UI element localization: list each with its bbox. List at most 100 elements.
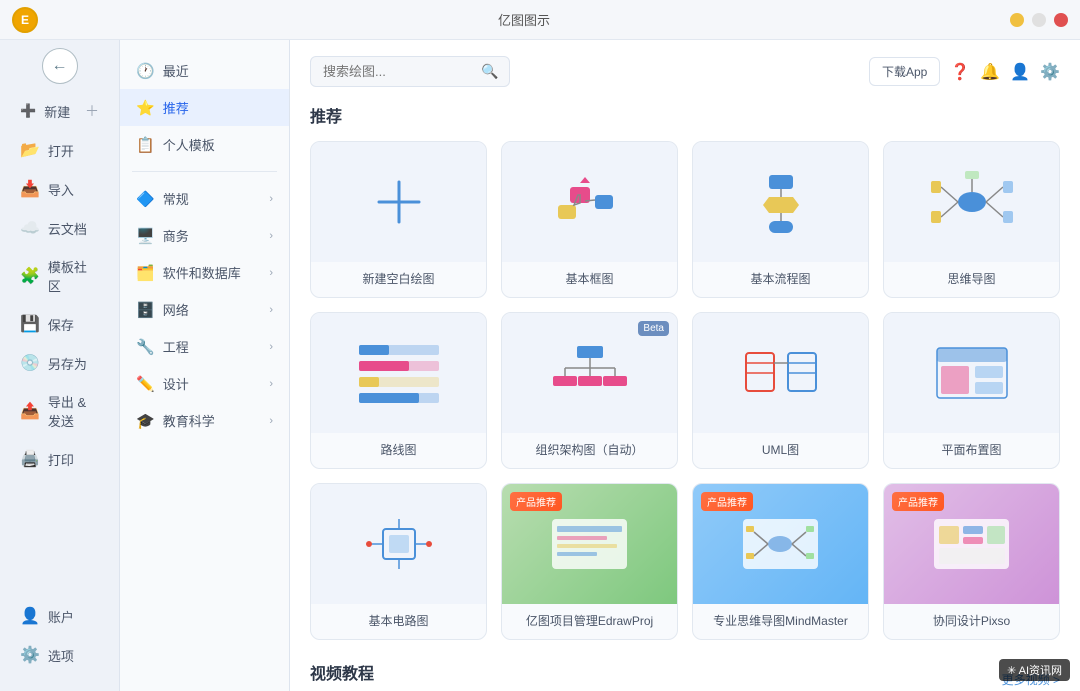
nav-item-engineering[interactable]: 🔧 工程 › xyxy=(120,328,289,365)
template-card-uml[interactable]: UML图 xyxy=(692,312,869,469)
sidebar-label-print: 打印 xyxy=(48,450,74,469)
sidebar-label-cloud: 云文档 xyxy=(48,219,87,238)
template-img-blank xyxy=(311,142,486,262)
template-img-frame xyxy=(502,142,677,262)
search-icon: 🔍 xyxy=(481,63,498,80)
sidebar-label-import: 导入 xyxy=(48,180,74,199)
options-icon: ⚙️ xyxy=(20,645,40,665)
sidebar-item-save[interactable]: 💾 保存 xyxy=(6,305,113,343)
nav-item-normal[interactable]: 🔷 常规 › xyxy=(120,180,289,217)
template-grid: 新建空白绘图 基本框图 xyxy=(310,141,1060,640)
sidebar-label-save: 保存 xyxy=(48,315,74,334)
template-img-mindmaster: 产品推荐 xyxy=(693,484,868,604)
search-box[interactable]: 🔍 xyxy=(310,56,510,87)
template-card-mindmaster[interactable]: 产品推荐 专业思维导图MindMaster xyxy=(692,483,869,640)
maximize-button[interactable] xyxy=(1032,13,1046,27)
nav-label-software: 软件和数据库 xyxy=(163,263,241,282)
nav-label-network: 网络 xyxy=(163,300,189,319)
sidebar-label-new: 新建 xyxy=(44,102,70,121)
template-card-frame[interactable]: 基本框图 xyxy=(501,141,678,298)
new-plus-icon: ＋ xyxy=(85,101,99,121)
template-card-layout[interactable]: 平面布置图 xyxy=(883,312,1060,469)
nav-item-design[interactable]: ✏️ 设计 › xyxy=(120,365,289,402)
blank-plus-svg xyxy=(369,172,429,232)
minimize-button[interactable] xyxy=(1010,13,1024,27)
template-card-pixso[interactable]: 产品推荐 协同设计Pixso xyxy=(883,483,1060,640)
settings-icon[interactable]: ⚙️ xyxy=(1040,62,1060,82)
template-card-route[interactable]: 路线图 xyxy=(310,312,487,469)
nav-label-design: 设计 xyxy=(163,374,189,393)
section-title-video: 视频教程 xyxy=(310,660,374,684)
download-app-button[interactable]: 下载App xyxy=(869,57,940,86)
template-img-edrawproj: 产品推荐 xyxy=(502,484,677,604)
main-content: 🔍 下载App ❓ 🔔 👤 ⚙️ 推荐 新 xyxy=(290,40,1080,691)
sidebar-label-community: 模板社区 xyxy=(48,257,99,295)
edrawproj-preview xyxy=(547,514,632,574)
nav-item-business[interactable]: 🖥️ 商务 › xyxy=(120,217,289,254)
sidebar-item-new[interactable]: ➕ 新建 ＋ xyxy=(6,92,113,130)
template-card-mindmap[interactable]: 思维导图 xyxy=(883,141,1060,298)
saveas-icon: 💿 xyxy=(20,353,40,373)
circuit-svg xyxy=(359,509,439,579)
personal-icon: 📋 xyxy=(136,136,155,154)
template-img-uml xyxy=(693,313,868,433)
sidebar-item-account[interactable]: 👤 账户 xyxy=(6,597,113,635)
sidebar-item-community[interactable]: 🧩 模板社区 xyxy=(6,248,113,304)
chevron-icon-7: › xyxy=(269,415,273,427)
sidebar-item-print[interactable]: 🖨️ 打印 xyxy=(6,440,113,478)
nav-label-normal: 常规 xyxy=(163,189,189,208)
template-label-blank: 新建空白绘图 xyxy=(311,262,486,297)
sidebar-item-open[interactable]: 📂 打开 xyxy=(6,131,113,169)
cloud-icon: ☁️ xyxy=(20,218,40,238)
design-icon: ✏️ xyxy=(136,375,155,393)
template-label-edrawproj: 亿图项目管理EdrawProj xyxy=(502,604,677,639)
template-label-flow: 基本流程图 xyxy=(693,262,868,297)
template-card-flow[interactable]: 基本流程图 xyxy=(692,141,869,298)
sidebar-item-saveas[interactable]: 💿 另存为 xyxy=(6,344,113,382)
template-card-edrawproj[interactable]: 产品推荐 亿图项目管理EdrawProj xyxy=(501,483,678,640)
sidebar-item-export[interactable]: 📤 导出 & 发送 xyxy=(6,383,113,439)
pixso-preview xyxy=(929,514,1014,574)
chevron-icon-3: › xyxy=(269,267,273,279)
nav-item-personal[interactable]: 📋 个人模板 xyxy=(120,126,289,163)
template-label-org: 组织架构图（自动） xyxy=(502,433,677,468)
section-title-recommend: 推荐 xyxy=(310,103,1060,127)
sidebar-item-options[interactable]: ⚙️ 选项 xyxy=(6,636,113,674)
nav-panel: 🕐 最近 ⭐ 推荐 📋 个人模板 🔷 常规 › 🖥 xyxy=(120,40,290,691)
nav-item-education[interactable]: 🎓 教育科学 › xyxy=(120,402,289,439)
sidebar-item-import[interactable]: 📥 导入 xyxy=(6,170,113,208)
template-label-mindmaster: 专业思维导图MindMaster xyxy=(693,604,868,639)
beta-badge: Beta xyxy=(638,321,669,336)
sidebar-label-account: 账户 xyxy=(48,607,74,626)
bell-icon[interactable]: 🔔 xyxy=(980,62,1000,82)
nav-item-recent[interactable]: 🕐 最近 xyxy=(120,52,289,89)
nav-item-software[interactable]: 🗂️ 软件和数据库 › xyxy=(120,254,289,291)
promo-badge-edrawproj: 产品推荐 xyxy=(510,492,562,511)
back-button[interactable]: ← xyxy=(42,48,78,84)
software-icon: 🗂️ xyxy=(136,264,155,282)
user-icon[interactable]: 👤 xyxy=(1010,62,1030,82)
close-button[interactable] xyxy=(1054,13,1068,27)
template-card-org[interactable]: Beta 组织架构图（自动） xyxy=(501,312,678,469)
app-title: 亿图图示 xyxy=(38,10,1010,29)
template-card-blank[interactable]: 新建空白绘图 xyxy=(310,141,487,298)
template-card-circuit[interactable]: 基本电路图 xyxy=(310,483,487,640)
template-img-layout xyxy=(884,313,1059,433)
recent-icon: 🕐 xyxy=(136,62,155,80)
export-icon: 📤 xyxy=(20,401,40,421)
sidebar-label-open: 打开 xyxy=(48,141,74,160)
sidebar-label-options: 选项 xyxy=(48,646,74,665)
nav-item-recommend[interactable]: ⭐ 推荐 xyxy=(120,89,289,126)
search-input[interactable] xyxy=(323,64,473,79)
account-icon: 👤 xyxy=(20,606,40,626)
template-img-route xyxy=(311,313,486,433)
help-icon[interactable]: ❓ xyxy=(950,62,970,82)
sidebar-item-cloud[interactable]: ☁️ 云文档 xyxy=(6,209,113,247)
nav-label-recommend: 推荐 xyxy=(163,98,189,117)
user-avatar[interactable]: E xyxy=(12,7,38,33)
video-section-header: 视频教程 更多视频 > xyxy=(310,660,1060,691)
import-icon: 📥 xyxy=(20,179,40,199)
nav-label-recent: 最近 xyxy=(163,61,189,80)
nav-item-network[interactable]: 🗄️ 网络 › xyxy=(120,291,289,328)
sidebar-label-saveas: 另存为 xyxy=(48,354,87,373)
